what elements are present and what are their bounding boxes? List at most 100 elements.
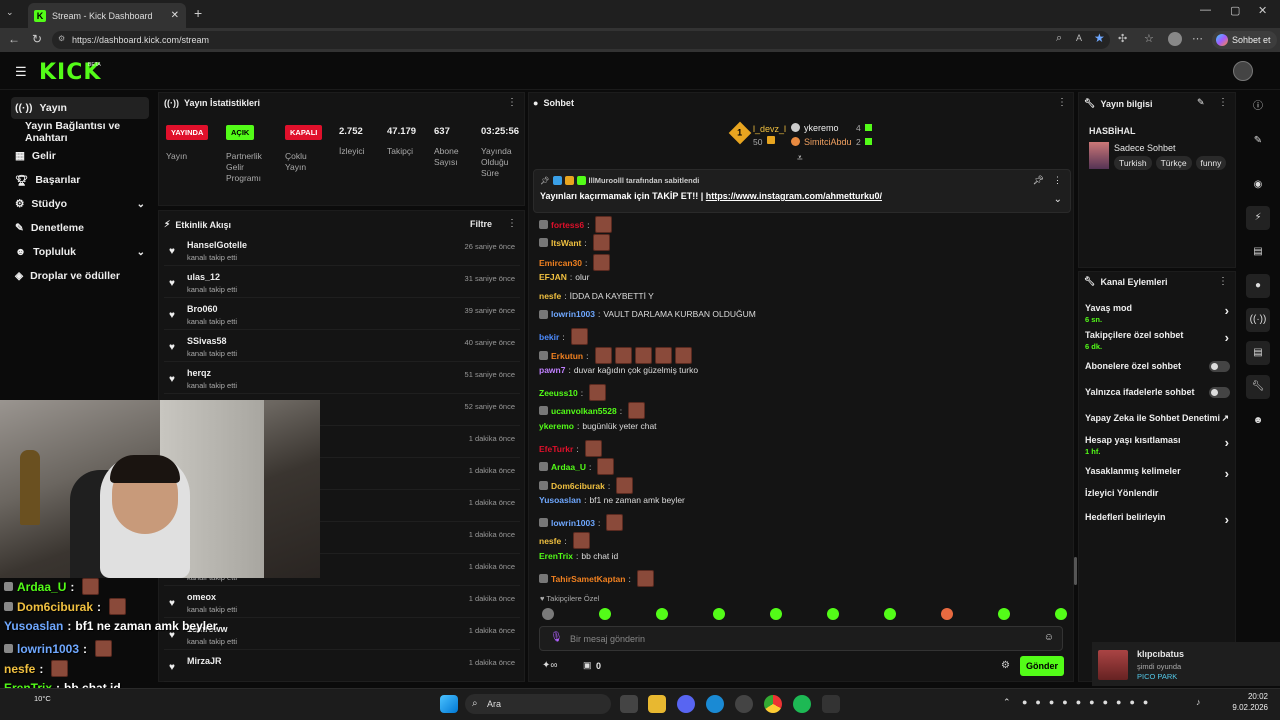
edit-icon[interactable]: ✎	[1246, 129, 1270, 153]
read-aloud-icon[interactable]: A	[1076, 33, 1082, 43]
hamburger-menu-icon[interactable]: ☰	[15, 64, 27, 80]
spotify-icon[interactable]	[793, 695, 811, 713]
channel-option[interactable]: Takipçilere özel sohbet 6 dk. ›	[1085, 330, 1233, 351]
url-field[interactable]: https://dashboard.kick.com/stream	[52, 31, 1110, 49]
gift-icon[interactable]: ▣	[583, 660, 592, 671]
emote-shortcut[interactable]	[941, 608, 953, 620]
sidebar-item-moderation[interactable]: ✎ Denetleme	[11, 217, 149, 239]
expand-leaderboard-icon[interactable]: ⩡	[797, 153, 803, 164]
leader-name[interactable]: l_devz_l	[753, 124, 786, 134]
community-icon[interactable]: ☻	[1246, 409, 1270, 433]
filter-button[interactable]: Filtre	[470, 219, 492, 229]
edge-icon[interactable]	[706, 695, 724, 713]
chat-settings-icon[interactable]: ⚙	[1001, 660, 1010, 671]
chat-username[interactable]: EfeTurkr	[539, 444, 573, 454]
chat-username[interactable]: ItsWant	[551, 238, 581, 248]
chat-username[interactable]: nesfe	[539, 536, 561, 546]
activity-user[interactable]: HanselGotelle	[187, 240, 247, 250]
chat-username[interactable]: Zeeuss10	[539, 388, 578, 398]
emote-shortcut[interactable]	[770, 608, 782, 620]
option-toggle[interactable]	[1209, 387, 1230, 398]
emote-shortcut[interactable]	[713, 608, 725, 620]
taskbar-clock[interactable]: 20:02 9.02.2026	[1232, 692, 1268, 712]
emote-shortcut[interactable]	[656, 608, 668, 620]
chevron-down-icon[interactable]: ⌄	[1054, 194, 1062, 205]
emote-shortcut[interactable]	[827, 608, 839, 620]
activity-user[interactable]: ulas_12	[187, 272, 220, 282]
minimize-icon[interactable]: —	[1200, 4, 1211, 16]
wrench-icon[interactable]: 🔧︎	[1246, 375, 1270, 399]
copilot-button[interactable]: Sohbet et	[1212, 31, 1277, 49]
maximize-icon[interactable]: ▢	[1230, 4, 1240, 17]
chat-username[interactable]: ucanvolkan5528	[551, 406, 617, 416]
sidebar-item-achievements[interactable]: 🏆︎ Başarılar	[11, 169, 149, 191]
new-tab-icon[interactable]: +	[194, 5, 202, 21]
chat-username[interactable]: nesfe	[539, 291, 561, 301]
chat-username[interactable]: ErenTrix	[539, 551, 573, 561]
activity-user[interactable]: Bro060	[187, 304, 218, 314]
channel-points-icon[interactable]: ✦∞	[542, 660, 558, 671]
pinned-menu-icon[interactable]: ⋮	[1053, 175, 1062, 186]
taskbar-search[interactable]: ⌕ Ara	[465, 694, 611, 714]
channel-option[interactable]: Yasaklanmış kelimeler ›	[1085, 466, 1233, 481]
info-icon[interactable]: ⓘ	[1246, 95, 1270, 119]
channel-option[interactable]: Yapay Zeka ile Sohbet Denetimi ↗	[1085, 413, 1233, 423]
close-tab-icon[interactable]: ✕	[171, 10, 179, 21]
chat-menu-icon[interactable]: ⋮	[1057, 97, 1067, 108]
chat-username[interactable]: Ardaa_U	[551, 462, 586, 472]
document-icon[interactable]: ▤	[1246, 240, 1270, 264]
channel-option[interactable]: Hedefleri belirleyin ›	[1085, 512, 1233, 527]
more-menu-icon[interactable]: ⋯	[1192, 32, 1203, 45]
tag[interactable]: Türkçe	[1155, 156, 1192, 170]
sidebar-item-studio[interactable]: ⚙ Stüdyo ⌄	[11, 193, 149, 215]
sidebar-item-community[interactable]: ☻ Topluluk ⌄	[11, 241, 149, 263]
leader-name[interactable]: ykeremo	[804, 123, 839, 133]
sidebar-item-stream-key[interactable]: Yayın Bağlantısı ve Anahtarı	[11, 120, 157, 144]
chat-scrollbar[interactable]	[1074, 557, 1077, 585]
weather-widget[interactable]: 10°C	[34, 694, 51, 703]
browser-tab[interactable]: K Stream - Kick Dashboard ✕	[28, 3, 186, 28]
game-notification[interactable]: klıpcıbatus şimdi oyunda PICO PARK	[1092, 642, 1280, 686]
user-avatar[interactable]	[1233, 61, 1253, 81]
edit-icon[interactable]: ✎	[1197, 97, 1205, 108]
sidebar-item-revenue[interactable]: ▦ Gelir	[11, 145, 149, 167]
profile-avatar[interactable]	[1168, 32, 1182, 46]
chat-username[interactable]: lowrin1003	[551, 518, 595, 528]
emote-shortcut[interactable]	[884, 608, 896, 620]
emote-shortcut[interactable]	[542, 608, 554, 620]
chat-username[interactable]: ykeremo	[539, 421, 574, 431]
site-info-icon[interactable]: ⚙	[58, 34, 65, 43]
channel-option[interactable]: Hesap yaşı kısıtlaması 1 hf. ›	[1085, 435, 1233, 456]
leader-name[interactable]: SimitciAbdu	[804, 137, 852, 147]
tab-menu-icon[interactable]: ⌄	[6, 7, 14, 18]
chat-toggle-icon[interactable]: ●	[1246, 274, 1270, 298]
tray-icons[interactable]: ●●●●●●●●●●	[1022, 697, 1156, 707]
tray-expand-icon[interactable]: ⌃	[1003, 697, 1011, 708]
volume-icon[interactable]: ♪	[1196, 697, 1201, 707]
collections-icon[interactable]: ☆	[1144, 32, 1154, 45]
emoji-icon[interactable]: ☺	[1044, 632, 1054, 643]
microphone-icon[interactable]: 🎙︎	[550, 632, 563, 643]
sidebar-item-stream[interactable]: ((·)) Yayın	[11, 97, 149, 119]
chat-username[interactable]: lowrin1003	[551, 309, 595, 319]
emote-shortcut[interactable]	[998, 608, 1010, 620]
option-toggle[interactable]	[1209, 361, 1230, 372]
stats-menu-icon[interactable]: ⋮	[507, 97, 517, 108]
chat-username[interactable]: Yusoaslan	[539, 495, 581, 505]
stream-info-menu-icon[interactable]: ⋮	[1218, 97, 1228, 108]
layout-icon[interactable]: ▤	[1246, 341, 1270, 365]
pinned-link[interactable]: https://www.instagram.com/ahmetturku0/	[706, 191, 882, 201]
chat-input[interactable]: 🎙︎ Bir mesaj gönderin ☺	[539, 626, 1063, 651]
zoom-icon[interactable]: ⌕	[1056, 32, 1062, 45]
activity-user[interactable]: omeox	[187, 592, 216, 602]
terminal-icon[interactable]	[822, 695, 840, 713]
chat-username[interactable]: TahirSametKaptan	[551, 574, 625, 584]
tag[interactable]: funny	[1195, 156, 1227, 170]
channel-option[interactable]: İzleyici Yönlendir	[1085, 488, 1233, 498]
chat-username[interactable]: pawn7	[539, 365, 565, 375]
chat-username[interactable]: fortess6	[551, 220, 584, 230]
steam-icon[interactable]	[735, 695, 753, 713]
file-explorer-icon[interactable]	[648, 695, 666, 713]
extensions-icon[interactable]: ✣	[1118, 32, 1127, 45]
activity-user[interactable]: herqz	[187, 368, 211, 378]
